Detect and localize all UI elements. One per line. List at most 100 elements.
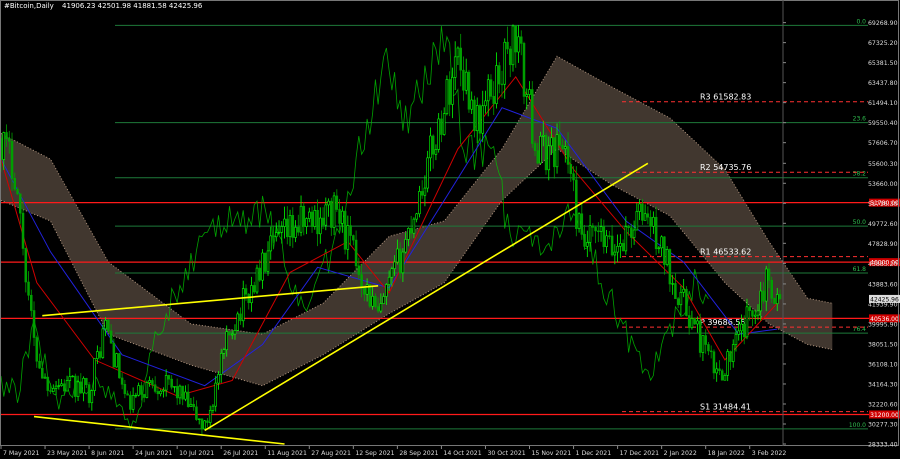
candle-body	[162, 389, 165, 392]
candle-body	[275, 232, 278, 238]
candle-body	[16, 188, 19, 195]
candle-body	[131, 395, 135, 410]
candle-body	[13, 177, 17, 190]
candle-body	[206, 420, 209, 423]
x-tick-label: 18 Jan 2022	[708, 450, 745, 457]
current-price-text: 42425.96	[870, 296, 899, 303]
candle-body	[495, 65, 498, 104]
candle-body	[674, 283, 677, 300]
candle-body	[434, 149, 438, 155]
x-tick-label: 7 May 2021	[3, 450, 39, 457]
candle-body	[773, 297, 776, 304]
candle-body	[156, 391, 160, 395]
candle-body	[7, 138, 11, 142]
candle-body	[731, 344, 735, 362]
candle-body	[608, 235, 611, 237]
candle-body	[544, 135, 548, 171]
fib-level-label: 61.8	[853, 266, 867, 273]
price-chart[interactable]: 0.023.638.250.061.876.4100.0 51780.00460…	[0, 0, 900, 459]
candle-body	[258, 267, 262, 281]
candle-body	[613, 251, 617, 256]
candle-body	[203, 420, 206, 430]
candle-body	[65, 380, 69, 392]
candle-body	[118, 353, 121, 379]
candle-body	[506, 41, 509, 50]
candle-body	[396, 248, 399, 263]
candle-body	[643, 213, 647, 221]
candle-body	[420, 191, 424, 196]
candle-body	[729, 351, 732, 362]
candle-body	[30, 294, 33, 311]
x-tick-label: 14 Oct 2021	[443, 450, 481, 457]
candle-body	[657, 247, 661, 250]
candle-body	[109, 330, 113, 344]
pivot-label: R1 46533.62	[700, 248, 751, 257]
candle-body	[76, 381, 80, 397]
candle-body	[641, 203, 644, 221]
candle-body	[690, 318, 694, 328]
candle-body	[707, 344, 710, 352]
candle-body	[43, 376, 47, 379]
candle-body	[79, 381, 83, 394]
candle-body	[217, 374, 220, 384]
x-tick-label: 3 Feb 2022	[752, 450, 787, 457]
candle-body	[696, 320, 699, 325]
candle-body	[693, 318, 696, 325]
candle-body	[57, 385, 61, 387]
candle-body	[332, 195, 336, 228]
candle-body	[35, 337, 39, 362]
candle-body	[575, 179, 578, 229]
candle-body	[597, 230, 600, 233]
candle-body	[709, 350, 713, 353]
y-tick-label: 69268.90	[868, 20, 898, 27]
candle-body	[313, 210, 317, 227]
candle-body	[24, 248, 28, 283]
candle-body	[547, 145, 551, 171]
candle-body	[54, 385, 58, 389]
candle-body	[511, 25, 515, 66]
candle-body	[431, 135, 435, 155]
candle-body	[555, 134, 559, 168]
candle-body	[186, 391, 190, 408]
candle-body	[660, 236, 663, 249]
candle-body	[442, 113, 446, 135]
x-tick-label: 8 Jun 2021	[91, 450, 124, 457]
candle-body	[566, 146, 570, 165]
candle-body	[649, 216, 652, 227]
pivot-label: R2 54735.76	[700, 163, 751, 172]
candle-body	[602, 226, 606, 247]
candle-body	[484, 100, 487, 107]
candle-body	[385, 284, 388, 297]
chart-window[interactable]: 0.0 23.6 38.2 50.0 61.8 76.4 100.0 51780.00 460…	[0, 0, 900, 459]
candle-body	[151, 380, 154, 386]
candle-body	[244, 288, 248, 295]
candle-body	[775, 294, 779, 304]
candle-body	[90, 390, 94, 404]
candle-body	[440, 118, 443, 135]
candle-body	[429, 135, 432, 159]
candle-body	[277, 231, 281, 234]
candle-body	[338, 209, 341, 224]
candle-body	[726, 351, 729, 376]
candle-body	[610, 235, 614, 256]
candle-body	[297, 227, 300, 233]
candle-body	[286, 218, 289, 238]
candle-body	[10, 141, 14, 179]
candle-body	[129, 394, 132, 410]
candle-body	[525, 94, 529, 97]
candle-body	[93, 358, 96, 391]
x-tick-label: 28 Sep 2021	[399, 450, 438, 457]
x-tick-label: 11 Aug 2021	[267, 450, 307, 457]
candle-body	[368, 284, 372, 307]
candle-body	[299, 205, 303, 233]
candle-body	[701, 335, 705, 353]
candle-body	[159, 390, 162, 395]
candle-body	[423, 187, 427, 196]
y-tick-label: 67325.20	[868, 40, 898, 47]
y-tick-label: 65381.50	[868, 60, 898, 67]
candle-body	[586, 242, 589, 247]
candle-body	[464, 71, 468, 91]
candle-body	[343, 210, 347, 250]
candle-body	[745, 306, 749, 338]
candle-body	[497, 65, 501, 85]
